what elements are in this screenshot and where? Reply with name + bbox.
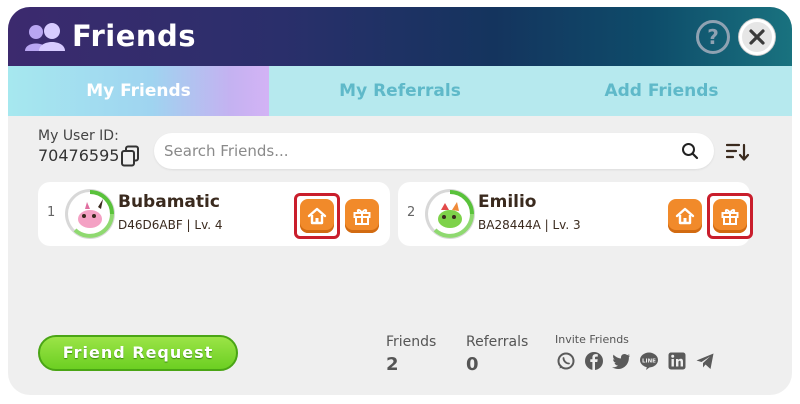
telegram-icon[interactable] [695, 351, 715, 371]
sort-icon[interactable] [726, 141, 750, 163]
friend-card[interactable]: 2 Emilio BA28444A | Lv. 3 [398, 182, 753, 246]
avatar [425, 189, 475, 239]
referrals-count-label: Referrals [466, 334, 529, 350]
search-input[interactable] [164, 133, 664, 169]
search-bar [154, 133, 714, 169]
referrals-count: 0 [466, 354, 479, 375]
tab-my-friends[interactable]: My Friends [8, 66, 269, 116]
friend-name: Emilio [478, 192, 537, 212]
friends-icon [25, 23, 65, 51]
home-icon [675, 207, 695, 225]
axie-pink-icon [68, 190, 114, 238]
page-title: Friends [72, 19, 197, 53]
whatsapp-icon[interactable] [556, 351, 576, 371]
tab-bar: My Friends My Referrals Add Friends [8, 66, 792, 116]
friend-card[interactable]: 1 Bubamatic D46D6ABF | Lv. 4 [38, 182, 390, 246]
gift-icon [721, 209, 739, 225]
linkedin-icon[interactable] [667, 351, 687, 371]
friend-meta: BA28444A | Lv. 3 [478, 218, 581, 232]
tab-add-friends[interactable]: Add Friends [531, 66, 792, 116]
axie-green-icon [428, 190, 474, 238]
send-gift-button[interactable] [713, 199, 747, 233]
twitter-icon[interactable] [611, 351, 631, 371]
dialog-header: Friends ? [8, 7, 792, 66]
gift-icon [353, 209, 371, 225]
help-button[interactable]: ? [696, 20, 730, 54]
svg-text:LINE: LINE [642, 358, 656, 364]
home-icon [307, 207, 327, 225]
friend-meta: D46D6ABF | Lv. 4 [118, 218, 223, 232]
copy-icon[interactable] [120, 145, 140, 167]
invite-friends-label: Invite Friends [555, 333, 629, 346]
visit-home-button[interactable] [300, 199, 334, 233]
visit-home-button[interactable] [668, 199, 702, 233]
facebook-icon[interactable] [584, 351, 604, 371]
friend-rank: 2 [407, 205, 416, 220]
user-id-label: My User ID: [38, 128, 119, 144]
line-icon[interactable]: LINE [639, 351, 659, 371]
friend-name: Bubamatic [118, 192, 220, 212]
avatar [65, 189, 115, 239]
friend-rank: 1 [47, 205, 56, 220]
close-icon [749, 29, 765, 45]
user-id-value: 70476595 [38, 146, 120, 165]
close-button[interactable] [739, 19, 775, 55]
search-icon[interactable] [681, 142, 699, 160]
send-gift-button[interactable] [345, 199, 379, 233]
friends-dialog: Friends ? My Friends My Referrals Add Fr… [8, 7, 792, 395]
friend-request-button[interactable]: Friend Request [38, 335, 238, 371]
tab-my-referrals[interactable]: My Referrals [269, 66, 531, 116]
friends-count-label: Friends [386, 334, 437, 350]
friends-count: 2 [386, 354, 399, 375]
